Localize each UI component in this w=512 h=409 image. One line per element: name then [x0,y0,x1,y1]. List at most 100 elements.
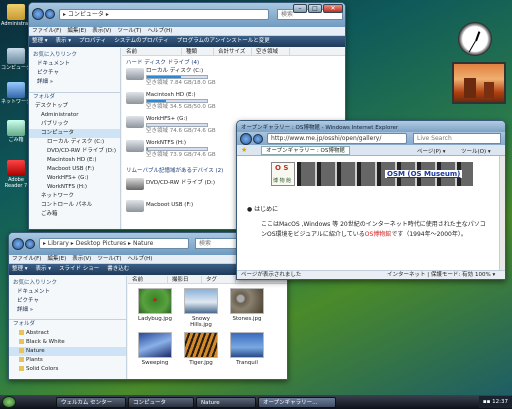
tree-control-panel[interactable]: コントロール パネル [29,201,120,210]
forward-icon[interactable] [45,9,55,19]
ie-scrollbar[interactable] [499,156,505,270]
task-ie[interactable]: オープンギャラリー... [258,396,336,408]
back-icon[interactable] [32,8,44,20]
tree-drive-c[interactable]: ローカル ディスク (C:) [29,138,120,147]
views-button[interactable]: 表示 ▾ [36,264,52,275]
fav-more[interactable]: 詳細 » [9,306,126,315]
col-name[interactable]: 名前 [122,48,182,55]
menu-view[interactable]: 表示(V) [92,27,111,35]
organize-button[interactable]: 整理 ▾ [32,36,48,47]
folder-nature[interactable]: Nature [9,347,126,356]
desktop-icon-computer[interactable]: コンピュータ [1,48,31,71]
drive-d[interactable]: DVD/CD-RW ドライブ (D:) [126,178,246,194]
tree-drive-f[interactable]: Macboot USB (F:) [29,165,120,174]
col-name[interactable]: 名前 [128,276,168,283]
thumb-sweeping[interactable] [138,332,172,358]
task-nature[interactable]: Nature [196,396,256,408]
desktop-icon-adobe-reader[interactable]: Adobe Reader 7 [1,160,31,189]
fav-more[interactable]: 詳細 » [29,78,120,87]
menu-edit[interactable]: 編集(E) [67,27,86,35]
minimize-button[interactable]: – [293,4,307,13]
folder-abstract[interactable]: Abstract [9,329,126,338]
address-bar[interactable]: ▸ Library ▸ Desktop Pictures ▸ Nature [39,238,189,249]
task-computer[interactable]: コンピュータ [128,396,194,408]
folder-plants[interactable]: Plants [9,356,126,365]
menu-file[interactable]: ファイル(F) [12,255,41,263]
thumb-snowy-hills[interactable] [184,288,218,314]
menu-file[interactable]: ファイル(F) [32,27,61,35]
zoom-level[interactable]: 100% ▾ [475,271,495,279]
col-free[interactable]: 空き領域 [252,48,290,55]
task-welcome[interactable]: ウェルカム センター [56,396,126,408]
drive-h[interactable]: WorkNTFS (H:) 空き領域 73.9 GB/74.6 GB [126,140,246,160]
tree-administrator[interactable]: Administrator [29,111,120,120]
ie-window[interactable]: オープンギャラリー : OS博物館 - Windows Internet Exp… [236,120,506,280]
fav-pictures[interactable]: ピクチャ [9,297,126,306]
back-icon[interactable] [12,238,24,250]
section-removable[interactable]: リムーバブル記憶域があるデバイス (2) [126,166,223,174]
drive-g[interactable]: WorkHFS+ (G:) 空き領域 74.6 GB/74.6 GB [126,116,246,136]
slideshow-button[interactable]: スライド ショー [59,264,99,275]
tree-drive-d[interactable]: DVD/CD-RW ドライブ (D:) [29,147,120,156]
thumb-tiger[interactable] [184,332,218,358]
desktop-icon-administrator[interactable]: Administrator [1,4,35,27]
folders-header[interactable]: フォルダ [29,92,120,102]
tree-drive-h[interactable]: WorkNTFS (H:) [29,183,120,192]
folder-solid-colors[interactable]: Solid Colors [9,365,126,374]
drive-f[interactable]: Macboot USB (F:) [126,200,246,216]
section-hdd[interactable]: ハード ディスク ドライブ (4) [126,58,199,66]
start-button[interactable] [2,396,16,408]
address-bar[interactable]: ▸ コンピュータ ▸ [59,9,269,20]
col-date[interactable]: 撮影日 [168,276,202,283]
fav-documents[interactable]: ドキュメント [29,60,120,69]
col-type[interactable]: 種類 [182,48,214,55]
forward-icon[interactable] [25,239,35,249]
tree-desktop[interactable]: デスクトップ [29,102,120,111]
favorites-star-icon[interactable]: ★ [241,146,247,154]
drive-e[interactable]: Macintosh HD (E:) 空き領域 34.5 GB/50.0 GB [126,92,246,112]
tree-recycle-bin[interactable]: ごみ箱 [29,210,120,219]
col-tags[interactable]: タグ [202,276,236,283]
fav-documents[interactable]: ドキュメント [9,288,126,297]
tree-computer[interactable]: コンピュータ [29,129,120,138]
folders-header[interactable]: フォルダ [9,319,126,329]
uninstall-button[interactable]: プログラムのアンインストールと変更 [177,36,270,47]
thumb-ladybug[interactable] [138,288,172,314]
desktop-icon-network[interactable]: ネットワーク [1,82,31,105]
folder-black-white[interactable]: Black & White [9,338,126,347]
views-button[interactable]: 表示 ▾ [56,36,72,47]
tree-drive-g[interactable]: WorkHFS+ (G:) [29,174,120,183]
thumb-stones[interactable] [230,288,264,314]
forward-icon[interactable] [253,134,263,144]
organize-button[interactable]: 整理 ▾ [12,264,28,275]
burn-button[interactable]: 書き込む [107,264,129,275]
col-total[interactable]: 合計サイズ [214,48,252,55]
menu-tools[interactable]: ツール(T) [97,255,121,263]
menu-tools[interactable]: ツール(T) [117,27,141,35]
ie-tab[interactable]: オープンギャラリー : OS博物館 [261,146,350,155]
thumb-tranquil[interactable] [230,332,264,358]
menu-help[interactable]: ヘルプ(H) [127,255,152,263]
page-menu[interactable]: ページ(P) ▾ [417,147,446,155]
menu-edit[interactable]: 編集(E) [47,255,66,263]
tree-drive-e[interactable]: Macintosh HD (E:) [29,156,120,165]
system-properties-button[interactable]: システムのプロパティ [114,36,169,47]
drive-c[interactable]: ローカル ディスク (C:) 空き領域 7.84 GB/18.0 GB [126,68,246,88]
tools-menu[interactable]: ツール(O) ▾ [461,147,491,155]
tree-network[interactable]: ネットワーク [29,192,120,201]
back-icon[interactable] [240,133,252,145]
desktop-icon-recycle-bin[interactable]: ごみ箱 [1,120,31,143]
properties-button[interactable]: プロパティ [79,36,106,47]
clock-time[interactable]: 12:37 [492,399,508,405]
url-input[interactable]: http://www.me.jp/osshi/open/gallery/ [267,133,407,144]
tree-public[interactable]: パブリック [29,120,120,129]
live-search-input[interactable]: Live Search [413,133,501,144]
folder-icon [19,357,24,362]
fav-pictures[interactable]: ピクチャ [29,69,120,78]
maximize-button[interactable]: □ [308,4,322,13]
close-button[interactable]: ✕ [323,4,343,13]
menu-help[interactable]: ヘルプ(H) [147,27,172,35]
osm-link[interactable]: OS博物館 [365,231,392,238]
menu-view[interactable]: 表示(V) [72,255,91,263]
network-tray-icon[interactable]: ▪▪ [483,399,492,405]
